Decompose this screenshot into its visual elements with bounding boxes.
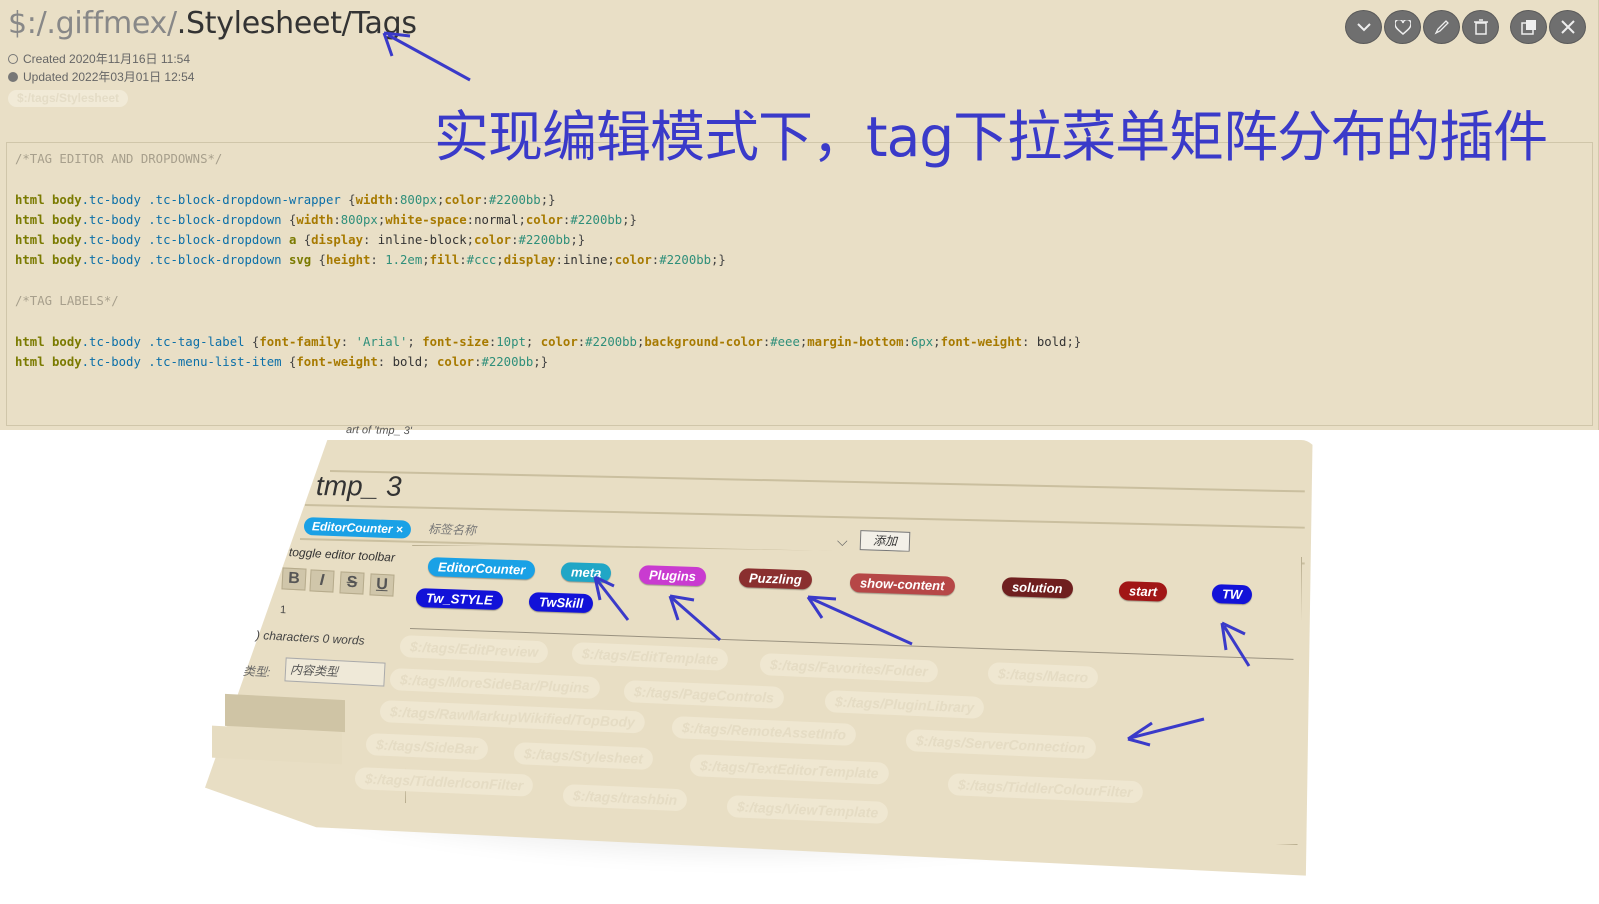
title-rest: .Stylesheet/Tags (176, 6, 417, 41)
tiddler-title: $:/.giffmex/.Stylesheet/Tags (8, 6, 417, 41)
code-line-6: html body.tc-body .tc-menu-list-item {fo… (15, 354, 549, 369)
annotation-text: 实现编辑模式下，tag下拉菜单矩阵分布的插件 (434, 105, 1548, 169)
code-line-1: html body.tc-body .tc-block-dropdown-wra… (15, 192, 556, 207)
chevron-down-icon[interactable] (1345, 10, 1382, 44)
panel-stripe (212, 725, 342, 765)
code-line-2: html body.tc-body .tc-block-dropdown {wi… (15, 212, 637, 227)
created-text: Created 2020年11月16日 11:54 (23, 52, 190, 66)
tiddler-toolbar (1345, 10, 1586, 44)
heart-icon[interactable] (1384, 10, 1421, 44)
code-line-3: html body.tc-body .tc-block-dropdown a {… (15, 233, 586, 248)
created-line: Created 2020年11月16日 11:54 (8, 50, 190, 67)
tag-pill-stylesheet[interactable]: $:/tags/Stylesheet (8, 90, 129, 107)
updated-line: Updated 2022年03月01日 12:54 (8, 68, 194, 85)
delete-icon[interactable] (1462, 10, 1499, 44)
code-block: /*TAG EDITOR AND DROPDOWNS*/ html body.t… (6, 142, 1593, 426)
updated-text: Updated 2022年03月01日 12:54 (23, 70, 195, 84)
code-line-4: html body.tc-body .tc-block-dropdown svg… (15, 253, 726, 268)
open-window-icon[interactable] (1510, 10, 1547, 44)
code-line-5: html body.tc-body .tc-tag-label {font-fa… (15, 334, 1082, 349)
history-icon (8, 53, 18, 64)
edit-icon[interactable] (1423, 10, 1460, 44)
tiddler-view: $:/.giffmex/.Stylesheet/Tags Created 202… (0, 0, 1599, 430)
clock-icon (8, 71, 18, 82)
code-comment-editor: /*TAG EDITOR AND DROPDOWNS*/ (15, 152, 223, 166)
title-prefix: $:/.giffmex/ (8, 6, 177, 41)
code-comment-labels: /*TAG LABELS*/ (15, 294, 119, 309)
close-icon[interactable] (1549, 10, 1586, 44)
